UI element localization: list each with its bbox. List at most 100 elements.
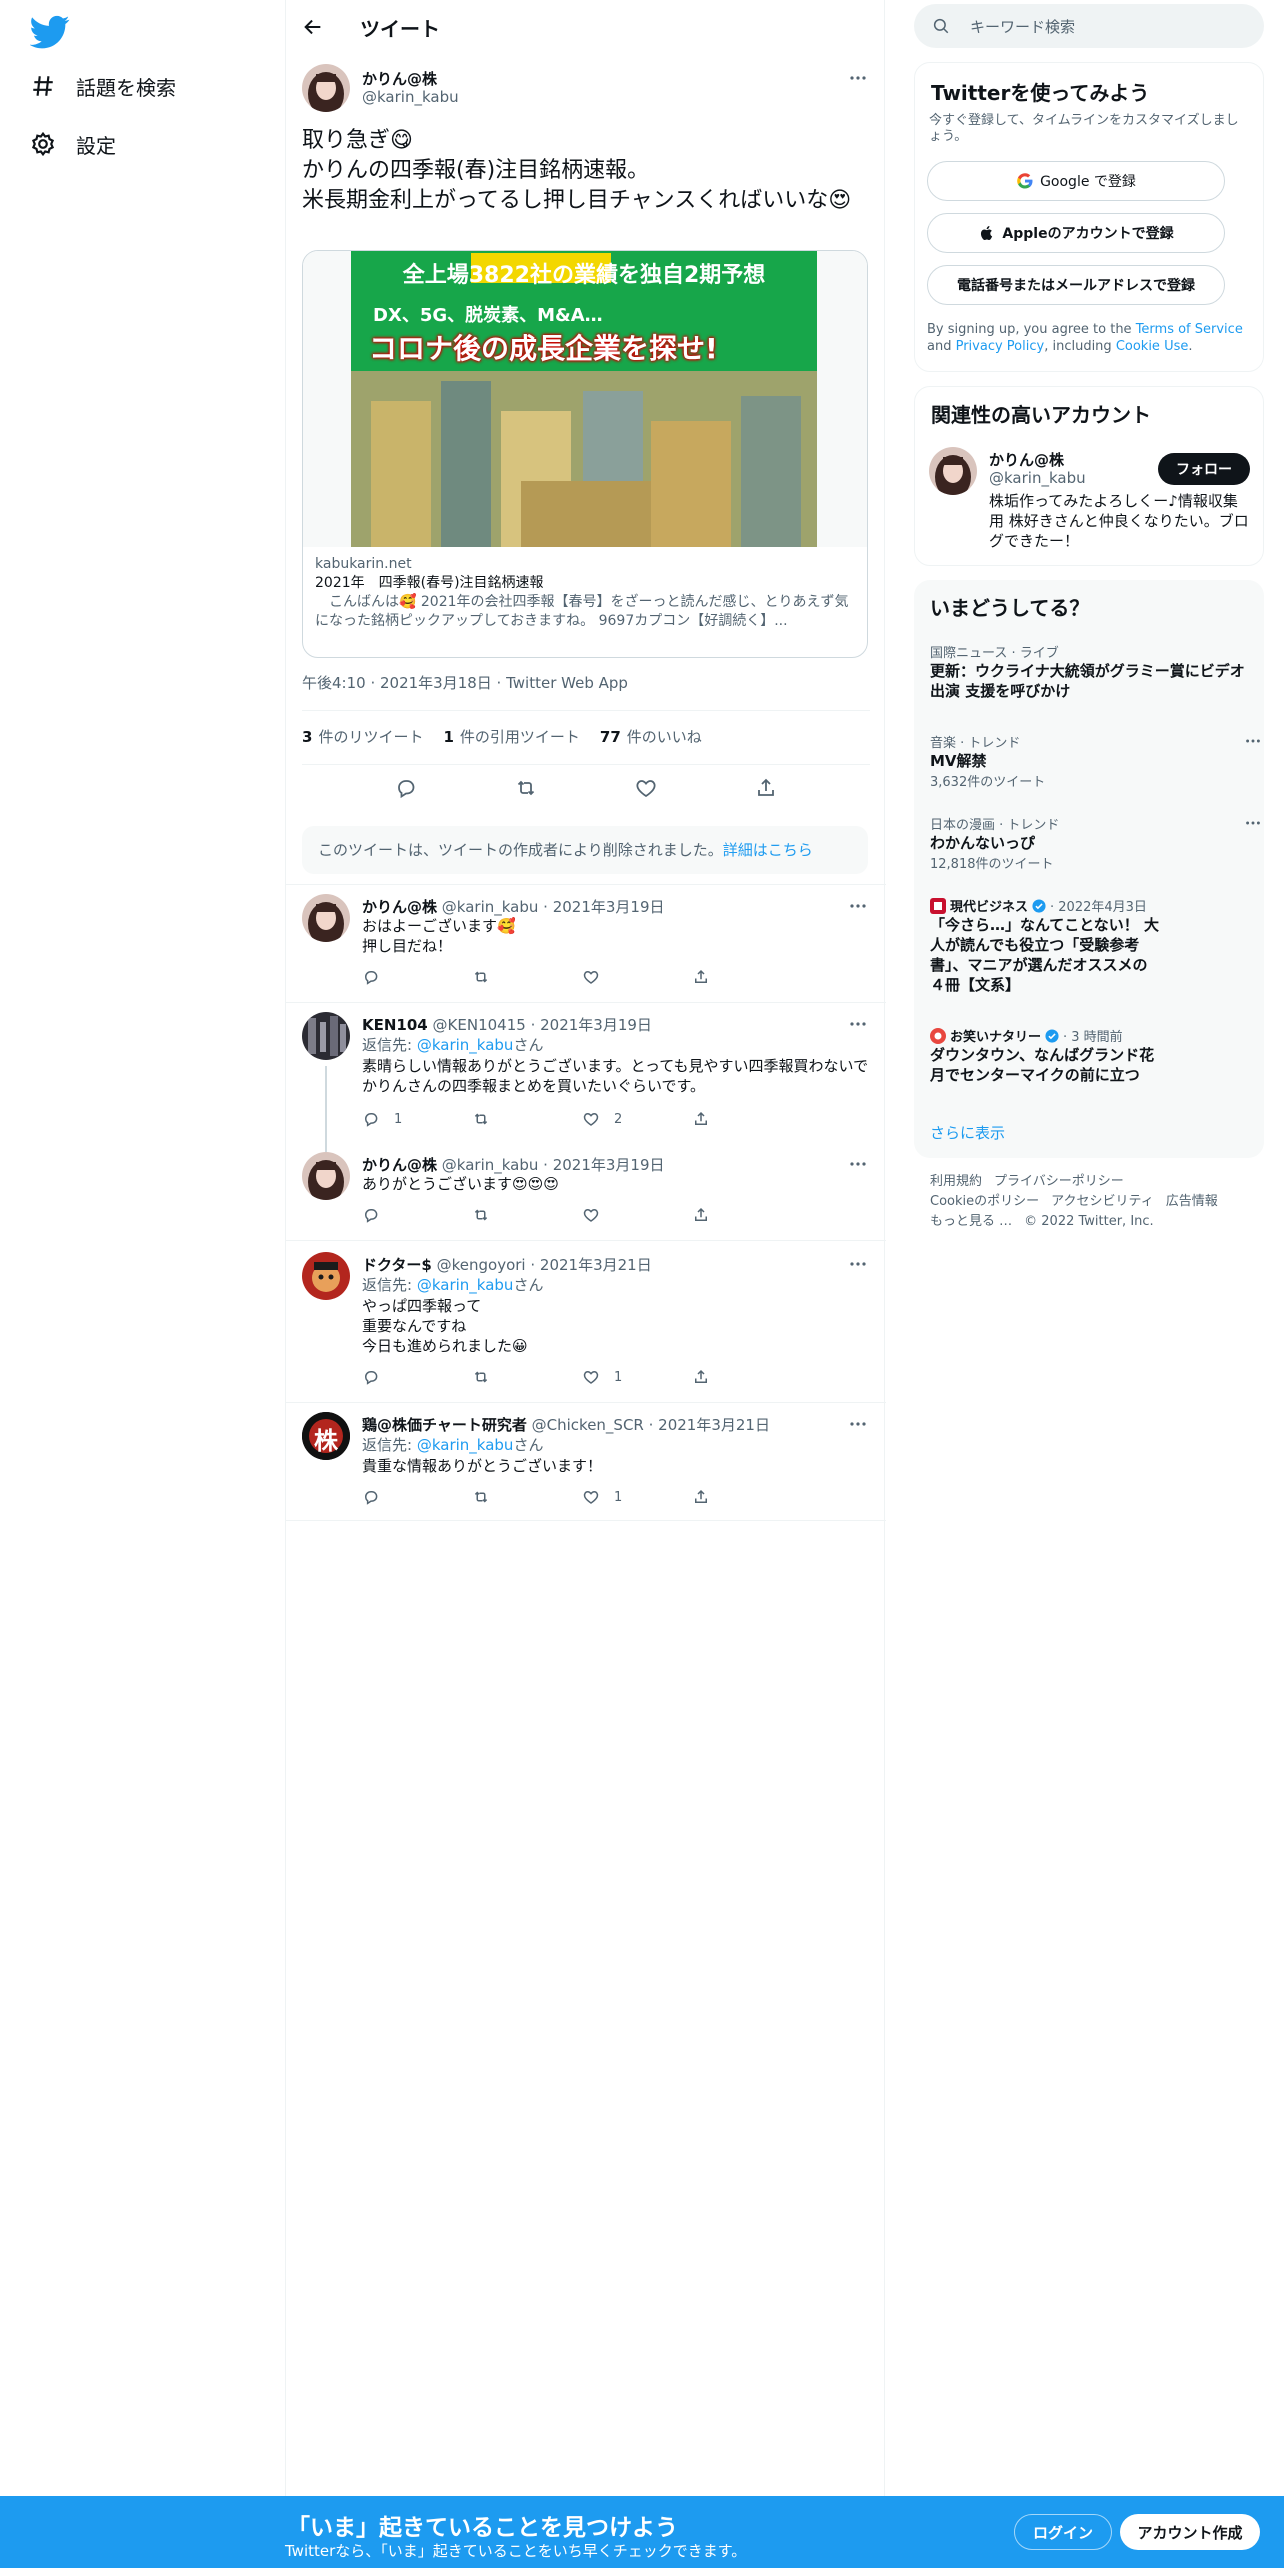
- retweet-count[interactable]: 3 件のリツイート: [302, 726, 423, 747]
- retweet-button[interactable]: [472, 1206, 582, 1224]
- related-name[interactable]: かりん@株: [989, 449, 1064, 470]
- reply-button[interactable]: [362, 1488, 472, 1506]
- reply-to-handle[interactable]: @karin_kabu: [417, 1036, 514, 1054]
- reply-date[interactable]: 2021年3月21日: [658, 1416, 770, 1434]
- footer-more-link[interactable]: もっと見る …: [930, 1214, 1012, 1229]
- more-options-icon[interactable]: [1244, 732, 1262, 750]
- share-button[interactable]: [692, 1110, 802, 1128]
- reply-tweet[interactable]: 株 鶏@株価チャート研究者 @Chicken_SCR · 2021年3月21日 …: [286, 1412, 886, 1516]
- like-button[interactable]: 2: [582, 1110, 692, 1128]
- like-count[interactable]: 77 件のいいね: [600, 726, 702, 747]
- retweet-button[interactable]: [472, 1368, 582, 1386]
- avatar[interactable]: [302, 1012, 350, 1060]
- follow-button[interactable]: フォロー: [1158, 453, 1250, 485]
- retweet-button[interactable]: [472, 1110, 582, 1128]
- show-more-link[interactable]: さらに表示: [930, 1122, 1005, 1143]
- more-options-icon[interactable]: [848, 896, 868, 916]
- more-options-icon[interactable]: [848, 1414, 868, 1434]
- reply-author-handle[interactable]: @karin_kabu: [442, 898, 539, 916]
- nav-explore[interactable]: 話題を検索: [30, 66, 176, 106]
- reply-author-name[interactable]: 鶏@株価チャート研究者: [362, 1416, 527, 1434]
- notice-learn-more-link[interactable]: 詳細はこちら: [723, 841, 813, 859]
- like-icon[interactable]: [634, 776, 658, 800]
- reply-date[interactable]: 2021年3月19日: [553, 1156, 665, 1174]
- reply-date[interactable]: 2021年3月19日: [553, 898, 665, 916]
- reply-to-handle[interactable]: @karin_kabu: [417, 1276, 514, 1294]
- like-button[interactable]: [582, 1206, 692, 1224]
- link-card[interactable]: 全上場3822社の業績を独自2期予想 DX、5G、脱炭素、M&A… コロナ後の成…: [302, 250, 868, 658]
- more-options-icon[interactable]: [1244, 814, 1262, 832]
- footer-link[interactable]: アクセシビリティ: [1051, 1194, 1154, 1209]
- login-button[interactable]: ログイン: [1014, 2514, 1112, 2550]
- avatar[interactable]: 株: [302, 1412, 350, 1460]
- trend-item[interactable]: 音楽 · トレンド MV解禁 3,632件のツイート: [930, 732, 1260, 790]
- google-signup-button[interactable]: Google で登録: [927, 161, 1225, 201]
- footer-link[interactable]: 利用規約: [930, 1174, 982, 1189]
- more-options-icon[interactable]: [848, 1154, 868, 1174]
- nav-settings[interactable]: 設定: [30, 124, 116, 164]
- trend-item[interactable]: 国際ニュース · ライブ 更新：ウクライナ大統領がグラミー賞にビデオ出演 支援を…: [930, 642, 1250, 701]
- author-handle[interactable]: @karin_kabu: [362, 88, 459, 106]
- author-name[interactable]: かりん@株: [362, 68, 437, 89]
- twitter-logo-icon[interactable]: [29, 12, 70, 52]
- more-options-icon[interactable]: [848, 1014, 868, 1034]
- like-button[interactable]: 1: [582, 1488, 692, 1506]
- phone-email-signup-button[interactable]: 電話番号またはメールアドレスで登録: [927, 265, 1225, 305]
- avatar[interactable]: [302, 1152, 350, 1200]
- back-arrow-icon[interactable]: [302, 16, 324, 38]
- like-button[interactable]: [582, 968, 692, 986]
- tweet-timestamp[interactable]: 午後4:10 · 2021年3月18日 · Twitter Web App: [302, 672, 628, 693]
- reply-tweet[interactable]: KEN104 @KEN10415 · 2021年3月19日 返信先: @kari…: [286, 1012, 886, 1142]
- reply-button[interactable]: [362, 1368, 472, 1386]
- footer-link[interactable]: 広告情報: [1166, 1194, 1218, 1209]
- reply-author-handle[interactable]: @Chicken_SCR: [532, 1416, 644, 1434]
- avatar[interactable]: [302, 64, 350, 112]
- related-handle[interactable]: @karin_kabu: [989, 469, 1086, 487]
- quote-count[interactable]: 1 件の引用ツイート: [443, 726, 579, 747]
- news-item[interactable]: 現代ビジネス · 2022年4月3日 「今さら…」なんてことない！ 大人が読んで…: [930, 896, 1250, 995]
- retweet-icon[interactable]: [514, 776, 538, 800]
- reply-author-name[interactable]: かりん@株: [362, 1156, 437, 1174]
- avatar[interactable]: [302, 894, 350, 942]
- retweet-button[interactable]: [472, 968, 582, 986]
- share-button[interactable]: [692, 968, 802, 986]
- footer-link[interactable]: プライバシーポリシー: [994, 1174, 1124, 1189]
- news-item[interactable]: お笑いナタリー · 3 時間前 ダウンタウン、なんばグランド花月でセンターマイク…: [930, 1026, 1250, 1085]
- privacy-link[interactable]: Privacy Policy: [956, 339, 1045, 354]
- reply-tweet[interactable]: ドクター$ @kengoyori · 2021年3月21日 返信先: @kari…: [286, 1252, 886, 1402]
- reply-tweet[interactable]: かりん@株 @karin_kabu · 2021年3月19日 おはよーございます…: [286, 894, 886, 1000]
- reply-author-name[interactable]: KEN104: [362, 1016, 428, 1034]
- more-options-icon[interactable]: [848, 68, 868, 88]
- reply-author-handle[interactable]: @KEN10415: [433, 1016, 526, 1034]
- reply-tweet[interactable]: かりん@株 @karin_kabu · 2021年3月19日 ありがとうございま…: [286, 1152, 886, 1240]
- share-button[interactable]: [692, 1368, 802, 1386]
- retweet-button[interactable]: [472, 1488, 582, 1506]
- terms-link[interactable]: Terms of Service: [1136, 322, 1243, 337]
- like-button[interactable]: 1: [582, 1368, 692, 1386]
- apple-signup-button[interactable]: Appleのアカウントで登録: [927, 213, 1225, 253]
- avatar[interactable]: [929, 447, 977, 495]
- share-icon[interactable]: [754, 776, 778, 800]
- reply-author-handle[interactable]: @karin_kabu: [442, 1156, 539, 1174]
- reply-author-name[interactable]: ドクター$: [362, 1256, 432, 1274]
- reply-to-handle[interactable]: @karin_kabu: [417, 1436, 514, 1454]
- avatar[interactable]: [302, 1252, 350, 1300]
- share-button[interactable]: [692, 1488, 802, 1506]
- signup-legal-text: By signing up, you agree to the Terms of…: [927, 322, 1243, 354]
- cookie-link[interactable]: Cookie Use: [1116, 339, 1189, 354]
- footer-link[interactable]: Cookieのポリシー: [930, 1194, 1039, 1209]
- more-options-icon[interactable]: [848, 1254, 868, 1274]
- reply-button[interactable]: 1: [362, 1110, 472, 1128]
- reply-author-handle[interactable]: @kengoyori: [437, 1256, 526, 1274]
- reply-button[interactable]: [362, 968, 472, 986]
- signup-button[interactable]: アカウント作成: [1120, 2514, 1260, 2550]
- trend-item[interactable]: 日本の漫画 · トレンド わかんないっぴ 12,818件のツイート: [930, 814, 1260, 872]
- reply-icon[interactable]: [394, 776, 418, 800]
- apple-icon: [978, 224, 996, 242]
- reply-date[interactable]: 2021年3月19日: [540, 1016, 652, 1034]
- reply-date[interactable]: 2021年3月21日: [540, 1256, 652, 1274]
- search-input[interactable]: キーワード検索: [914, 4, 1264, 48]
- reply-author-name[interactable]: かりん@株: [362, 898, 437, 916]
- share-button[interactable]: [692, 1206, 802, 1224]
- reply-button[interactable]: [362, 1206, 472, 1224]
